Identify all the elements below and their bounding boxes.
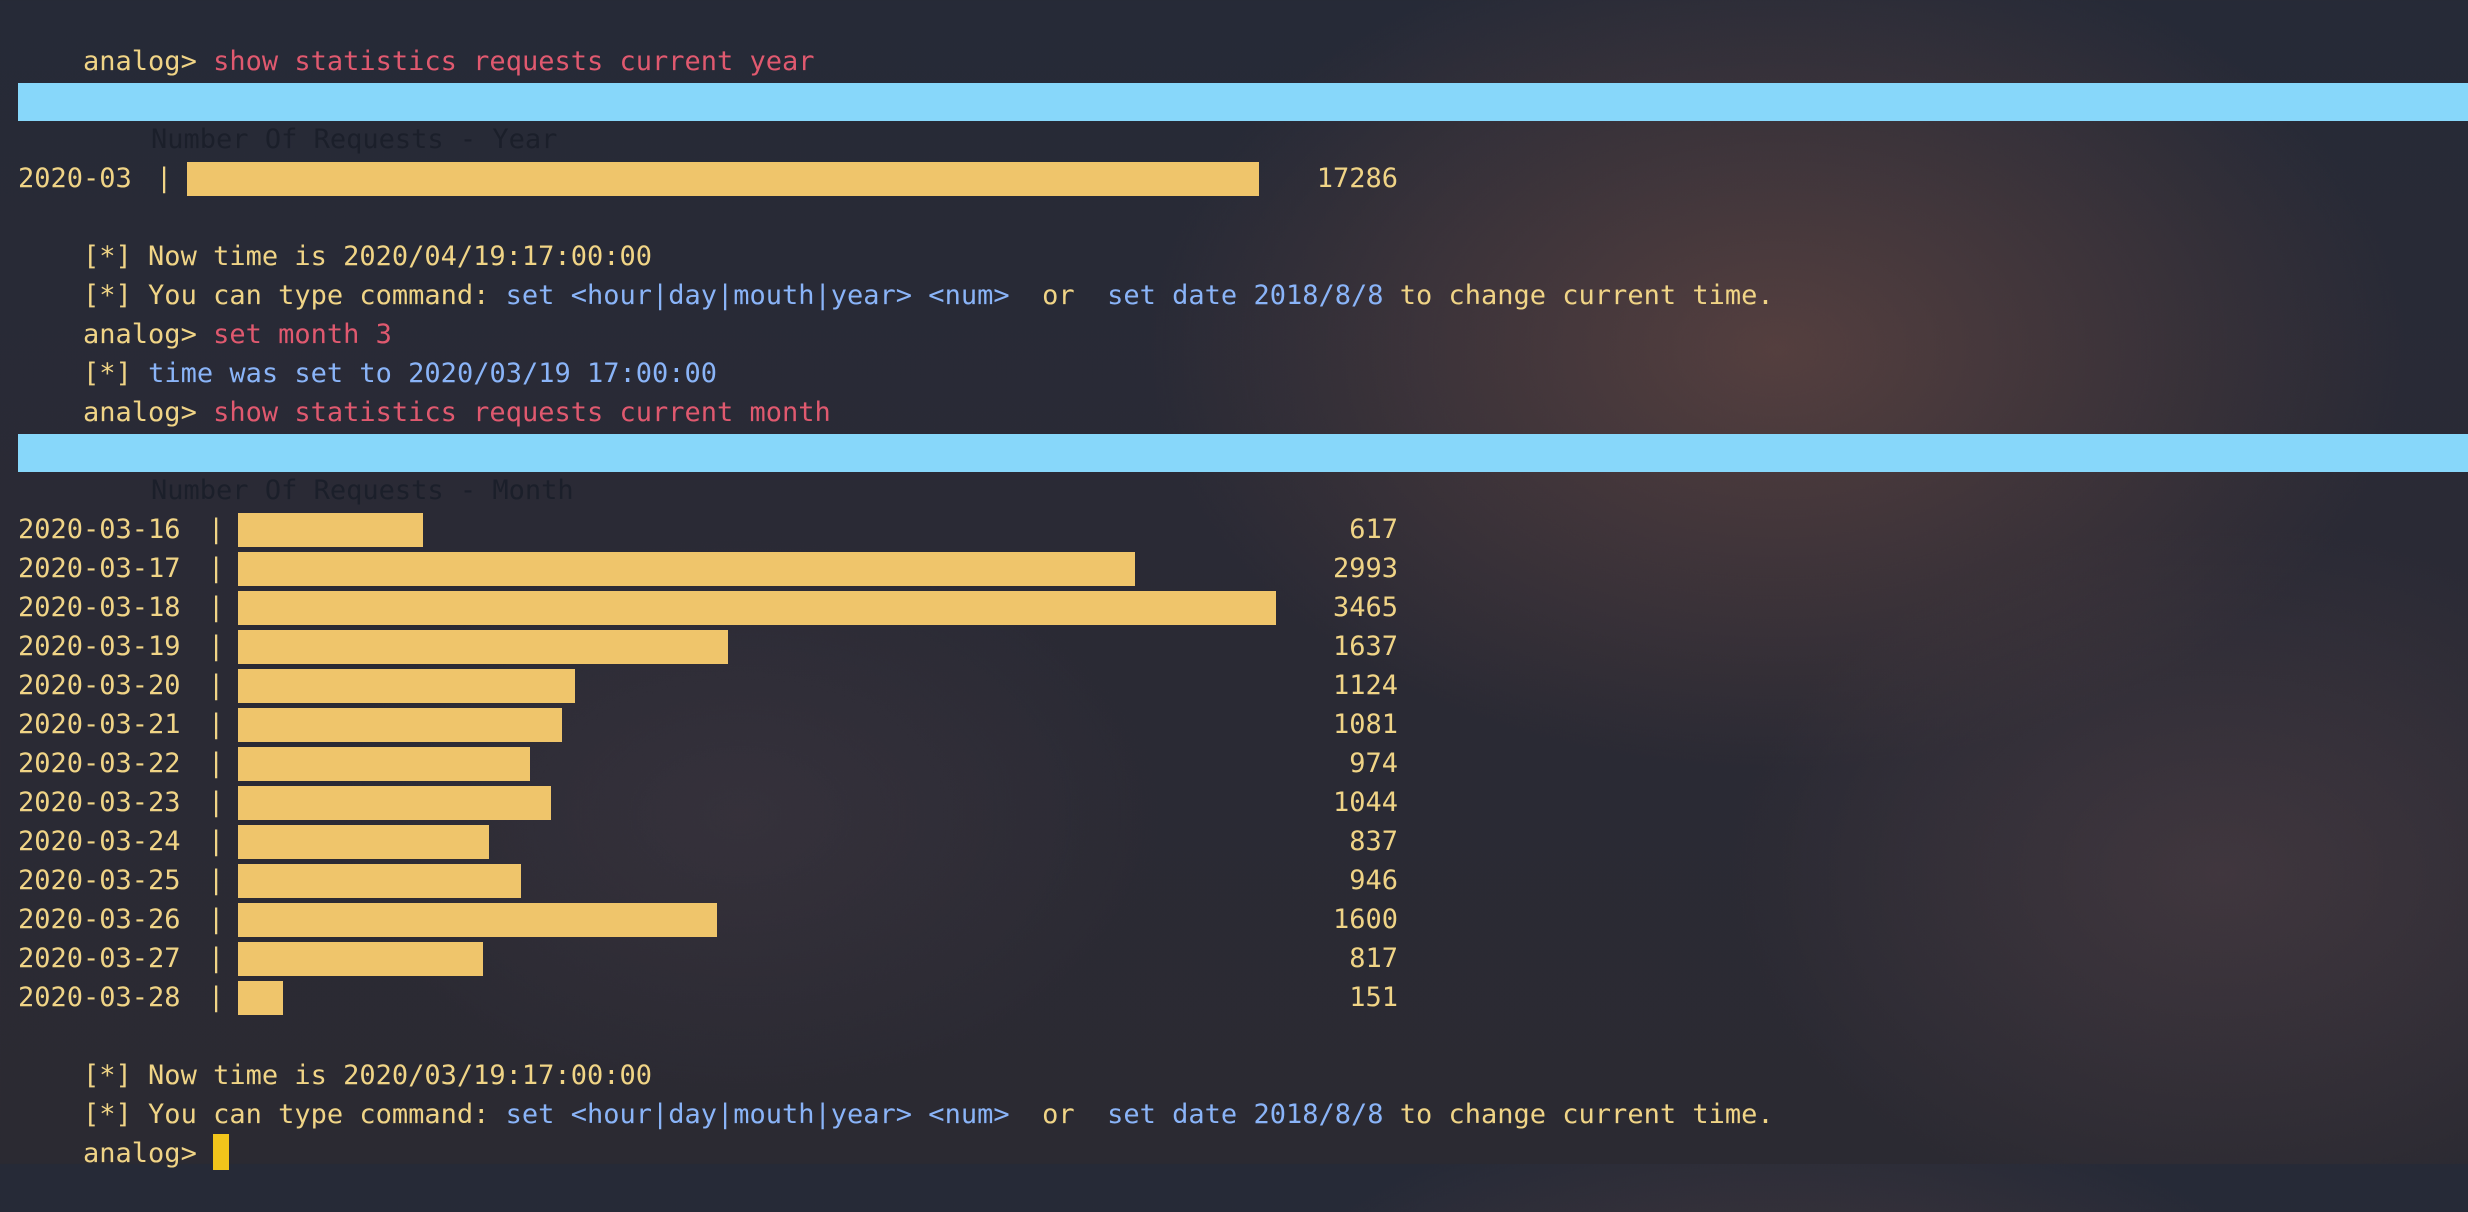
row-separator: | [208, 826, 225, 857]
row-label: 2020-03-19 [18, 631, 181, 662]
hint-or: or [1009, 280, 1108, 311]
row-separator: | [208, 670, 225, 701]
row-label: 2020-03-27 [18, 943, 181, 974]
row-value: 974 [1349, 748, 1398, 779]
row-separator: | [208, 709, 225, 740]
hint-command-set: set <hour|day|mouth|year> <num> [505, 1099, 1010, 1130]
month-header-title: Number Of Requests - Month [151, 475, 574, 506]
row-separator: | [208, 904, 225, 935]
set-result-line: [*] time was set to 2020/03/19 17:00:00 [18, 315, 717, 389]
year-header-title: Number Of Requests - Year [151, 124, 558, 155]
row-label: 2020-03-17 [18, 553, 181, 584]
month-section-header: Number Of Requests - Month [18, 434, 2468, 506]
chart-row: 2020-03-17 | 2993 [18, 549, 1398, 588]
row-value: 1044 [1332, 787, 1398, 818]
prompt-line-1: analog> show statistics requests current… [18, 3, 815, 77]
row-separator: | [208, 631, 225, 662]
row-value: 1081 [1332, 709, 1398, 740]
bar [238, 552, 1135, 586]
row-label: 2020-03-26 [18, 904, 181, 935]
row-separator: | [208, 943, 225, 974]
chart-row: 2020-03-20 | 1124 [18, 666, 1398, 705]
prompt-text: analog> [83, 397, 197, 428]
row-value: 617 [1349, 514, 1398, 545]
prompt-line-3: analog> show statistics requests current… [18, 354, 831, 428]
chart-row: 2020-03-26 | 1600 [18, 900, 1398, 939]
bar [238, 786, 551, 820]
row-value: 2993 [1332, 553, 1398, 584]
bar [238, 864, 521, 898]
hint-or: or [1009, 1099, 1108, 1130]
chart-row: 2020-03-21 | 1081 [18, 705, 1398, 744]
chart-row: 2020-03 | 17286 [18, 159, 1398, 198]
row-separator: | [156, 163, 173, 194]
row-label: 2020-03-28 [18, 982, 181, 1013]
bar [238, 747, 530, 781]
bar [187, 162, 1259, 196]
bar [238, 903, 717, 937]
row-label: 2020-03-21 [18, 709, 181, 740]
now-time-line: [*] Now time is 2020/03/19:17:00:00 [18, 1017, 652, 1091]
hint-command-set-date: set date 2018/8/8 [1107, 280, 1384, 311]
chart-row: 2020-03-25 | 946 [18, 861, 1398, 900]
text-cursor[interactable] [213, 1134, 230, 1170]
chart-row: 2020-03-22 | 974 [18, 744, 1398, 783]
row-value: 17286 [1316, 163, 1398, 194]
row-value: 837 [1349, 826, 1398, 857]
hint-line: [*] You can type command: set <hour|day|… [18, 1056, 1774, 1130]
chart-row: 2020-03-27 | 817 [18, 939, 1398, 978]
row-label: 2020-03-18 [18, 592, 181, 623]
now-time-line: [*] Now time is 2020/04/19:17:00:00 [18, 198, 652, 272]
chart-row: 2020-03-23 | 1044 [18, 783, 1398, 822]
row-label: 2020-03-22 [18, 748, 181, 779]
row-value: 151 [1349, 982, 1398, 1013]
command-text: show statistics requests current month [213, 397, 831, 428]
prompt-line-active[interactable]: analog> [18, 1095, 230, 1170]
bar [238, 513, 423, 547]
terminal-window[interactable]: analog> show statistics requests current… [0, 0, 2468, 1170]
row-label: 2020-03-16 [18, 514, 181, 545]
command-text: show statistics requests current year [213, 46, 815, 77]
row-separator: | [208, 592, 225, 623]
row-separator: | [208, 553, 225, 584]
hint-suffix: to change current time. [1383, 1099, 1774, 1130]
row-separator: | [208, 865, 225, 896]
year-section-header: Number Of Requests - Year [18, 83, 2468, 155]
prompt-text: analog> [83, 1138, 197, 1169]
row-label: 2020-03 [18, 163, 132, 194]
row-label: 2020-03-20 [18, 670, 181, 701]
hint-line: [*] You can type command: set <hour|day|… [18, 237, 1774, 311]
chart-row: 2020-03-18 | 3465 [18, 588, 1398, 627]
row-value: 3465 [1332, 592, 1398, 623]
row-value: 817 [1349, 943, 1398, 974]
prompt-text: analog> [83, 46, 197, 77]
row-value: 946 [1349, 865, 1398, 896]
row-separator: | [208, 787, 225, 818]
bar [238, 708, 562, 742]
hint-command-set-date: set date 2018/8/8 [1107, 1099, 1384, 1130]
chart-row: 2020-03-19 | 1637 [18, 627, 1398, 666]
chart-row: 2020-03-28 | 151 [18, 978, 1398, 1017]
row-value: 1124 [1332, 670, 1398, 701]
row-separator: | [208, 748, 225, 779]
bar [238, 591, 1276, 625]
hint-command-set: set <hour|day|mouth|year> <num> [505, 280, 1010, 311]
row-label: 2020-03-25 [18, 865, 181, 896]
bar [238, 669, 575, 703]
prompt-line-2: analog> set month 3 [18, 276, 392, 350]
row-value: 1600 [1332, 904, 1398, 935]
chart-row: 2020-03-24 | 837 [18, 822, 1398, 861]
hint-suffix: to change current time. [1383, 280, 1774, 311]
bar [238, 942, 483, 976]
row-value: 1637 [1332, 631, 1398, 662]
row-label: 2020-03-24 [18, 826, 181, 857]
row-separator: | [208, 982, 225, 1013]
row-separator: | [208, 514, 225, 545]
bar [238, 825, 489, 859]
bar [238, 630, 728, 664]
row-label: 2020-03-23 [18, 787, 181, 818]
chart-row: 2020-03-16 | 617 [18, 510, 1398, 549]
bar [238, 981, 283, 1015]
